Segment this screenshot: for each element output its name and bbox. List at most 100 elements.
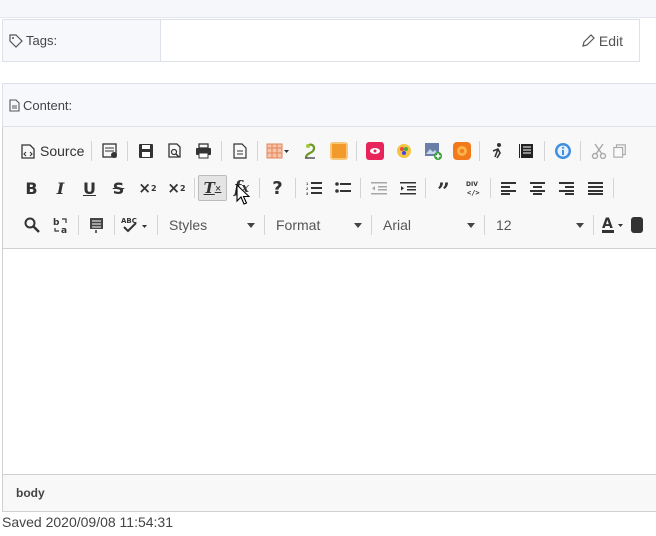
flash-icon xyxy=(365,142,384,160)
bg-color-button[interactable] xyxy=(631,212,643,238)
numbered-list-button[interactable]: 123 xyxy=(299,175,328,201)
top-bar xyxy=(0,0,656,18)
content-label-row: Content: xyxy=(2,83,656,127)
help-button[interactable]: ? xyxy=(263,175,292,201)
mouse-cursor-icon xyxy=(236,184,250,205)
anchor-icon xyxy=(304,143,315,159)
separator xyxy=(194,178,195,198)
separator xyxy=(371,215,372,235)
editor-content-area[interactable] xyxy=(3,249,656,474)
element-path-body[interactable]: body xyxy=(16,486,45,500)
format-dropdown[interactable]: Format xyxy=(268,212,368,238)
chevron-down-icon xyxy=(576,222,584,228)
find-button[interactable] xyxy=(17,212,46,238)
pencil-icon xyxy=(582,33,595,47)
separator xyxy=(544,141,546,161)
preview-icon xyxy=(168,143,181,158)
text-color-button[interactable]: A xyxy=(597,212,631,238)
source-button[interactable]: Source xyxy=(17,138,88,164)
separator xyxy=(484,215,485,235)
separator xyxy=(257,141,259,161)
div-button[interactable]: DIV </> xyxy=(458,175,487,201)
styles-dropdown-value: Styles xyxy=(169,217,208,233)
separator xyxy=(221,141,223,161)
justify-button[interactable] xyxy=(581,175,610,201)
smiley-icon xyxy=(452,142,471,160)
accessibility-button[interactable] xyxy=(483,138,512,164)
preview-button[interactable] xyxy=(160,138,189,164)
color-picker-button[interactable] xyxy=(389,138,418,164)
underline-button[interactable]: U xyxy=(75,175,104,201)
chevron-down-icon xyxy=(467,222,475,228)
smiley-button[interactable] xyxy=(447,138,476,164)
info-icon xyxy=(554,143,571,159)
cut-button[interactable] xyxy=(584,138,613,164)
svg-text:A: A xyxy=(602,216,613,232)
italic-button[interactable]: I xyxy=(46,175,75,201)
templates-icon xyxy=(102,143,117,158)
align-center-button[interactable] xyxy=(523,175,552,201)
separator xyxy=(91,141,93,161)
svg-text:3: 3 xyxy=(306,191,309,195)
separator xyxy=(264,215,265,235)
indent-button[interactable] xyxy=(393,175,422,201)
new-page-button[interactable] xyxy=(225,138,254,164)
styles-dropdown[interactable]: Styles xyxy=(161,212,261,238)
separator xyxy=(295,178,296,198)
tags-value[interactable]: Edit xyxy=(161,20,639,61)
align-right-icon xyxy=(559,181,574,195)
tags-label-text: Tags: xyxy=(26,33,58,48)
separator xyxy=(490,178,491,198)
edit-tags-button[interactable]: Edit xyxy=(581,33,623,49)
font-size-dropdown-value: 12 xyxy=(496,217,512,233)
page-break-button[interactable] xyxy=(512,138,541,164)
table-button[interactable] xyxy=(261,138,295,164)
image-frame-button[interactable] xyxy=(324,138,353,164)
image-add-button[interactable] xyxy=(418,138,447,164)
text-color-icon: A xyxy=(602,216,623,233)
superscript-button[interactable]: × 2 xyxy=(162,175,191,201)
anchor-button[interactable] xyxy=(295,138,324,164)
align-right-button[interactable] xyxy=(552,175,581,201)
svg-text:</>: </> xyxy=(467,189,480,197)
bold-button[interactable]: B xyxy=(17,175,46,201)
separator xyxy=(114,215,115,235)
editor-toolbar: Source B I U S × 2 × 2 T × x ? 1 2 3 ” D… xyxy=(3,127,656,249)
templates-button[interactable] xyxy=(95,138,124,164)
replace-button[interactable]: ba xyxy=(46,212,75,238)
editor-statusbar: body xyxy=(3,474,656,511)
rich-text-editor: Source B I U S × 2 × 2 T × x ? 1 2 3 ” D… xyxy=(2,127,656,512)
toolbar-row-3: ba ABC Styles Format Arial 12 A xyxy=(17,210,643,240)
align-left-button[interactable] xyxy=(494,175,523,201)
chevron-down-icon xyxy=(247,222,255,228)
blockquote-button[interactable]: ” xyxy=(429,175,458,205)
toolbar-row-2: B I U S ×2 ×2 T× fx ? 123 ” DIV</> xyxy=(17,173,617,205)
flash-button[interactable] xyxy=(360,138,389,164)
copy-button[interactable] xyxy=(613,138,627,164)
toolbar-row-1: Source xyxy=(17,136,627,166)
separator xyxy=(356,141,358,161)
indent-icon xyxy=(399,182,416,195)
subscript-button[interactable]: × 2 xyxy=(133,175,162,201)
remove-format-button[interactable]: T × xyxy=(198,175,227,201)
font-size-dropdown[interactable]: 12 xyxy=(488,212,590,238)
source-icon xyxy=(21,143,35,159)
select-all-button[interactable] xyxy=(82,212,111,238)
info-button[interactable] xyxy=(548,138,577,164)
spellcheck-button[interactable]: ABC xyxy=(118,212,154,238)
spellcheck-icon: ABC xyxy=(121,217,147,233)
separator xyxy=(157,215,158,235)
chevron-down-icon xyxy=(354,222,362,228)
print-button[interactable] xyxy=(189,138,218,164)
separator xyxy=(580,141,582,161)
align-center-icon xyxy=(530,181,545,195)
outdent-button[interactable] xyxy=(364,175,393,201)
font-dropdown[interactable]: Arial xyxy=(375,212,481,238)
bulleted-list-button[interactable] xyxy=(328,175,357,201)
strikethrough-button[interactable]: S xyxy=(104,175,133,201)
saved-status: Saved 2020/09/08 11:54:31 xyxy=(2,514,174,530)
save-button[interactable] xyxy=(131,138,160,164)
source-label: Source xyxy=(40,143,85,159)
search-icon xyxy=(24,217,40,233)
tag-icon xyxy=(9,33,23,48)
